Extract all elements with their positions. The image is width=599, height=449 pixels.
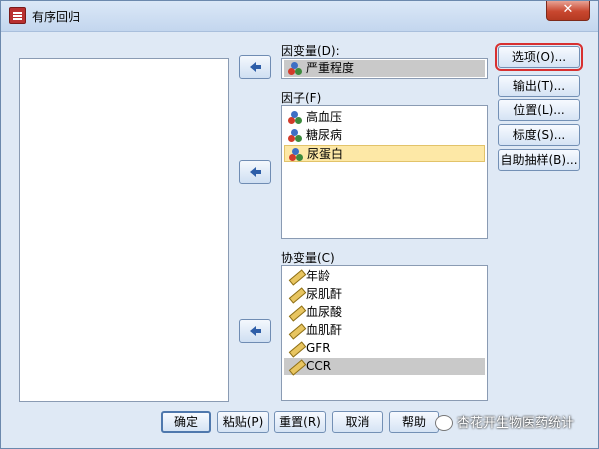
list-item[interactable]: 年龄 — [284, 268, 485, 285]
bootstrap-button[interactable]: 自助抽样(B)... — [498, 149, 580, 171]
window-title: 有序回归 — [32, 10, 81, 24]
scale-icon — [289, 270, 303, 282]
list-item[interactable]: 糖尿病 — [284, 127, 485, 144]
source-variable-list[interactable] — [19, 58, 229, 402]
scale-icon — [289, 360, 303, 372]
location-button[interactable]: 位置(L)... — [498, 99, 580, 121]
list-item[interactable]: 血肌酐 — [284, 322, 485, 339]
reset-button[interactable]: 重置(R) — [274, 411, 326, 433]
list-item-label: 糖尿病 — [306, 128, 343, 142]
scale-icon — [289, 288, 303, 300]
scale-button[interactable]: 标度(S)... — [498, 124, 580, 146]
output-button[interactable]: 输出(T)... — [498, 75, 580, 97]
nominal-icon — [288, 62, 302, 75]
move-to-factors-button[interactable] — [239, 160, 271, 184]
nominal-icon — [288, 111, 302, 124]
paste-button[interactable]: 粘贴(P) — [217, 411, 269, 433]
list-item-label: 尿蛋白 — [307, 147, 344, 161]
list-item-label: 高血压 — [306, 110, 343, 124]
list-item-selected[interactable]: CCR — [284, 358, 485, 375]
list-item-label: GFR — [306, 341, 331, 355]
scale-icon — [289, 342, 303, 354]
close-button[interactable]: ✕ — [546, 1, 590, 21]
list-item[interactable]: GFR — [284, 340, 485, 357]
factors-label: 因子(F) — [281, 91, 322, 105]
options-button[interactable]: 选项(O)... — [495, 43, 583, 71]
list-item-label: CCR — [306, 359, 332, 373]
arrow-right-icon — [250, 62, 261, 72]
dependent-field[interactable]: 严重程度 — [281, 58, 488, 79]
list-item[interactable]: 高血压 — [284, 109, 485, 126]
nominal-icon — [289, 148, 303, 161]
ok-button[interactable]: 确定 — [161, 411, 211, 433]
nominal-icon — [288, 129, 302, 142]
scale-icon — [289, 324, 303, 336]
covariates-label: 协变量(C) — [281, 251, 335, 265]
list-item-label: 年龄 — [306, 269, 331, 283]
arrow-right-icon — [250, 326, 261, 336]
title-bar[interactable]: 有序回归 ✕ — [1, 1, 598, 32]
move-to-dependent-button[interactable] — [239, 55, 271, 79]
list-item-label: 血尿酸 — [306, 305, 343, 319]
arrow-right-icon — [250, 167, 261, 177]
dependent-item[interactable]: 严重程度 — [284, 60, 485, 77]
list-item[interactable]: 尿肌酐 — [284, 286, 485, 303]
spss-app-icon — [9, 7, 26, 24]
ordinal-regression-dialog: 有序回归 ✕ 因变量(D): 严重程度 因子(F) 高血压 糖尿病 尿蛋白 协变… — [0, 0, 599, 449]
dependent-item-label: 严重程度 — [306, 61, 355, 75]
scale-icon — [289, 306, 303, 318]
help-button[interactable]: 帮助 — [389, 411, 439, 433]
cancel-button[interactable]: 取消 — [332, 411, 383, 433]
move-to-covariates-button[interactable] — [239, 319, 271, 343]
wechat-logo-icon — [435, 415, 453, 431]
watermark-text: 杏花开生物医药统计 — [457, 416, 575, 431]
list-item-label: 血肌酐 — [306, 323, 343, 337]
list-item[interactable]: 血尿酸 — [284, 304, 485, 321]
covariates-list[interactable]: 年龄 尿肌酐 血尿酸 血肌酐 GFR CCR — [281, 265, 488, 401]
factors-list[interactable]: 高血压 糖尿病 尿蛋白 — [281, 105, 488, 239]
dependent-label: 因变量(D): — [281, 44, 340, 58]
list-item-selected[interactable]: 尿蛋白 — [284, 145, 485, 162]
list-item-label: 尿肌酐 — [306, 287, 343, 301]
